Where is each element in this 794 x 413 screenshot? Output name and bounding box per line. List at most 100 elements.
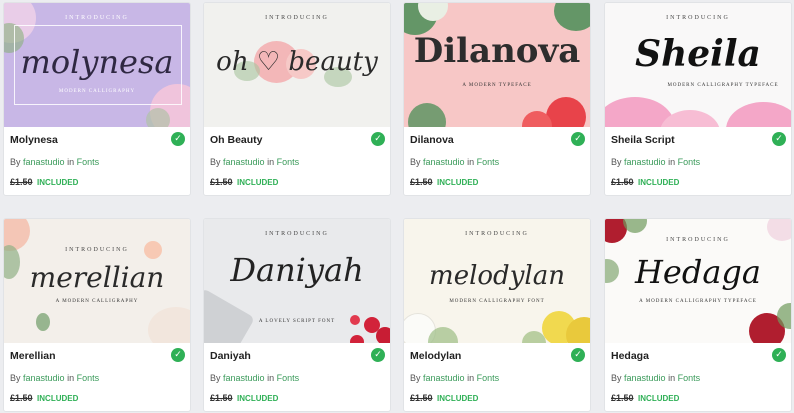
in-label: in [267,373,275,383]
included-badge: INCLUDED [237,178,279,187]
checkmark-icon: ✓ [371,132,385,146]
by-label: By [10,157,21,167]
product-thumbnail[interactable]: INTRODUCING Hedaga A MODERN CALLIGRAPHY … [605,219,791,343]
thumbnail-intro-text: INTRODUCING [65,247,129,253]
product-info: Oh Beauty ✓ By fanastudio in Fonts £1.50… [204,127,390,195]
product-card-dilanova[interactable]: Dilanova A MODERN TYPEFACE Dilanova ✓ By… [403,2,591,196]
thumbnail-subtitle: MODERN CALLIGRAPHY TYPEFACE [667,83,779,88]
product-thumbnail[interactable]: Dilanova A MODERN TYPEFACE [404,3,590,127]
thumbnail-subtitle: MODERN CALLIGRAPHY [58,89,136,94]
product-card-merellian[interactable]: INTRODUCING merellian A MODERN CALLIGRAP… [3,218,191,412]
floral-decoration [546,97,586,127]
product-byline: By fanastudio in Fonts [410,157,584,167]
old-price: £1.50 [410,177,433,187]
author-link[interactable]: fanastudio [223,373,265,383]
product-title[interactable]: Molynesa [10,133,184,146]
product-info: Merellian ✓ By fanastudio in Fonts £1.50… [4,343,190,411]
product-thumbnail[interactable]: INTRODUCING molynesa MODERN CALLIGRAPHY [4,3,190,127]
laptop-decoration [204,288,255,343]
product-thumbnail[interactable]: INTRODUCING Sheila MODERN CALLIGRAPHY TY… [605,3,791,127]
by-label: By [410,157,421,167]
floral-decoration [36,313,50,331]
floral-decoration [408,103,446,127]
product-byline: By fanastudio in Fonts [611,373,785,383]
category-link[interactable]: Fonts [77,157,100,167]
category-link[interactable]: Fonts [77,373,100,383]
in-label: in [67,157,75,167]
by-label: By [611,157,622,167]
product-byline: By fanastudio in Fonts [10,373,184,383]
product-title[interactable]: Melodylan [410,349,584,362]
category-link[interactable]: Fonts [678,157,701,167]
product-title[interactable]: Daniyah [210,349,384,362]
by-label: By [210,157,221,167]
product-card-hedaga[interactable]: INTRODUCING Hedaga A MODERN CALLIGRAPHY … [604,218,792,412]
old-price: £1.50 [611,393,634,403]
thumbnail-script-text: melodylan [429,261,565,291]
product-info: Dilanova ✓ By fanastudio in Fonts £1.50 … [404,127,590,195]
checkmark-icon: ✓ [772,132,786,146]
in-label: in [668,373,676,383]
checkmark-icon: ✓ [371,348,385,362]
thumbnail-script-text: Sheila [635,33,761,75]
thumbnail-script-text: oh ♡ beauty [216,47,378,77]
category-link[interactable]: Fonts [477,157,500,167]
included-badge: INCLUDED [37,178,79,187]
product-title[interactable]: Dilanova [410,133,584,146]
thumbnail-intro-text: INTRODUCING [265,15,329,21]
product-info: Molynesa ✓ By fanastudio in Fonts £1.50 … [4,127,190,195]
product-title[interactable]: Merellian [10,349,184,362]
author-link[interactable]: fanastudio [23,373,65,383]
product-card-molynesa[interactable]: INTRODUCING molynesa MODERN CALLIGRAPHY … [3,2,191,196]
thumbnail-subtitle: A MODERN TYPEFACE [462,83,532,88]
product-byline: By fanastudio in Fonts [611,157,785,167]
product-card-melodylan[interactable]: INTRODUCING melodylan MODERN CALLIGRAPHY… [403,218,591,412]
product-price: £1.50 INCLUDED [210,393,384,403]
category-link[interactable]: Fonts [277,373,300,383]
thumbnail-intro-text: INTRODUCING [666,237,730,243]
old-price: £1.50 [410,393,433,403]
product-title[interactable]: Hedaga [611,349,785,362]
by-label: By [10,373,21,383]
author-link[interactable]: fanastudio [423,373,465,383]
floral-decoration [376,327,390,343]
thumbnail-script-text: molynesa [20,43,174,81]
product-thumbnail[interactable]: INTRODUCING oh ♡ beauty [204,3,390,127]
product-title[interactable]: Sheila Script [611,133,785,146]
product-card-daniyah[interactable]: INTRODUCING Daniyah A LOVELY SCRIPT FONT… [203,218,391,412]
by-label: By [611,373,622,383]
product-byline: By fanastudio in Fonts [210,157,384,167]
product-byline: By fanastudio in Fonts [10,157,184,167]
included-badge: INCLUDED [437,394,479,403]
product-title[interactable]: Oh Beauty [210,133,384,146]
floral-decoration [726,102,791,127]
product-thumbnail[interactable]: INTRODUCING melodylan MODERN CALLIGRAPHY… [404,219,590,343]
category-link[interactable]: Fonts [277,157,300,167]
product-price: £1.50 INCLUDED [410,177,584,187]
old-price: £1.50 [210,177,233,187]
product-thumbnail[interactable]: INTRODUCING Daniyah A LOVELY SCRIPT FONT [204,219,390,343]
in-label: in [267,157,275,167]
product-byline: By fanastudio in Fonts [410,373,584,383]
product-card-oh-beauty[interactable]: INTRODUCING oh ♡ beauty Oh Beauty ✓ By f… [203,2,391,196]
product-card-sheila-script[interactable]: INTRODUCING Sheila MODERN CALLIGRAPHY TY… [604,2,792,196]
author-link[interactable]: fanastudio [624,157,666,167]
thumbnail-subtitle: A MODERN CALLIGRAPHY TYPEFACE [639,299,757,304]
author-link[interactable]: fanastudio [423,157,465,167]
checkmark-icon: ✓ [571,348,585,362]
in-label: in [668,157,676,167]
category-link[interactable]: Fonts [477,373,500,383]
checkmark-icon: ✓ [571,132,585,146]
included-badge: INCLUDED [638,178,680,187]
author-link[interactable]: fanastudio [624,373,666,383]
by-label: By [210,373,221,383]
author-link[interactable]: fanastudio [223,157,265,167]
category-link[interactable]: Fonts [678,373,701,383]
thumbnail-script-text: Daniyah [230,251,364,289]
in-label: in [67,373,75,383]
product-thumbnail[interactable]: INTRODUCING merellian A MODERN CALLIGRAP… [4,219,190,343]
thumbnail-script-text: Hedaga [635,253,761,291]
product-price: £1.50 INCLUDED [611,177,785,187]
thumbnail-subtitle: A LOVELY SCRIPT FONT [258,319,336,324]
author-link[interactable]: fanastudio [23,157,65,167]
